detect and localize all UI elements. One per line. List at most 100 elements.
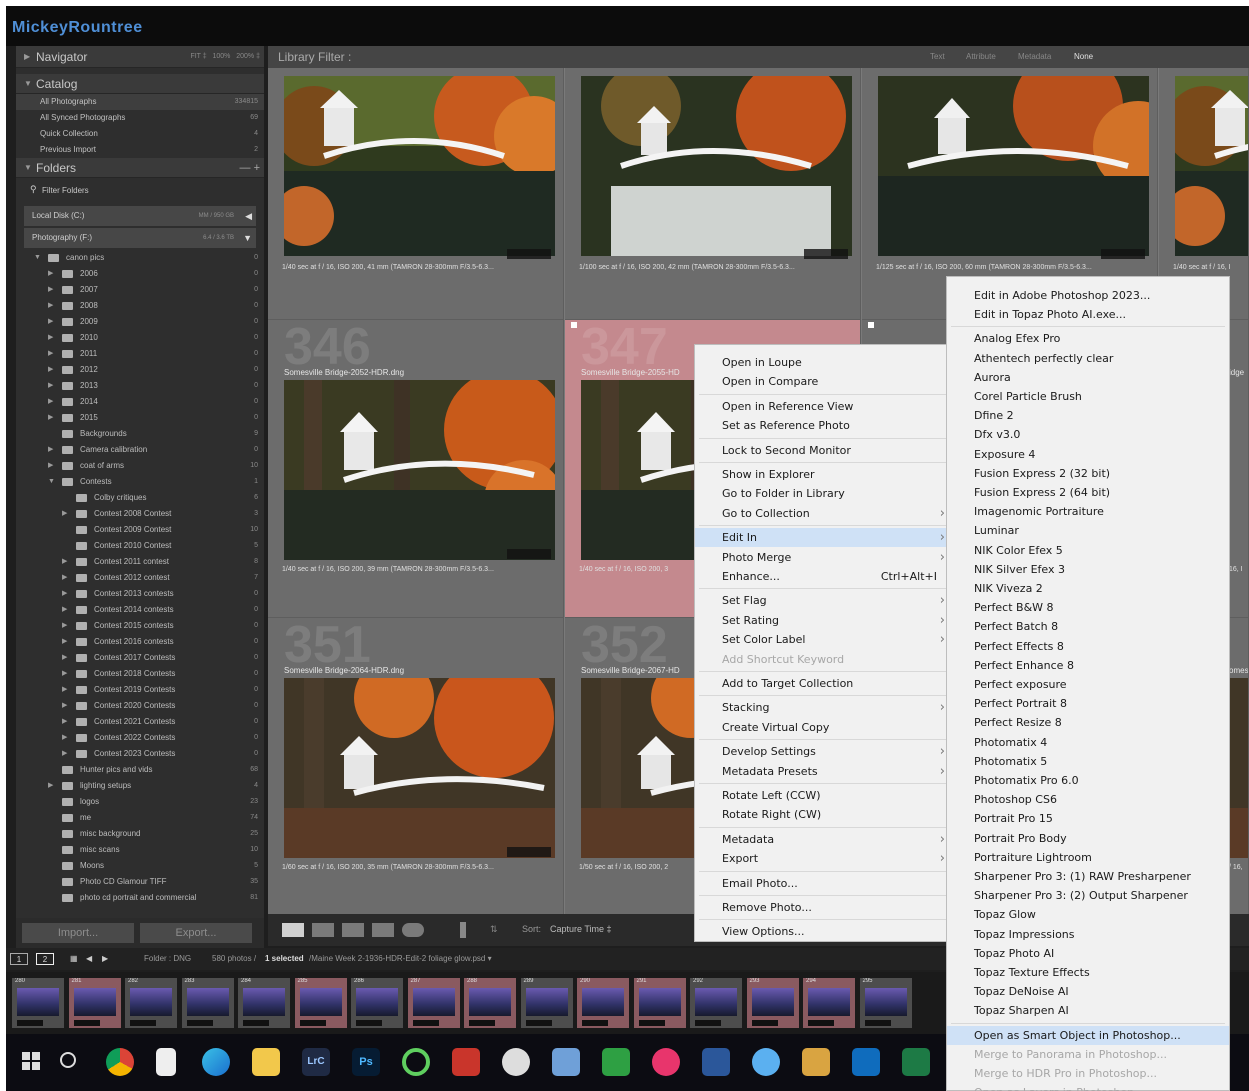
grid-cell[interactable]: 1/100 sec at f / 16, ISO 200, 42 mm (TAM…: [565, 68, 861, 320]
collapsed-triangle-icon[interactable]: ▶: [48, 330, 53, 346]
menu-item[interactable]: Perfect Enhance 8: [947, 656, 1229, 675]
menu-item[interactable]: Athentech perfectly clear: [947, 349, 1229, 368]
folder-item[interactable]: ▶ Contest 2021 Contests 0: [16, 714, 264, 730]
menu-item[interactable]: Edit in Topaz Photo AI.exe...: [947, 305, 1229, 324]
collapsed-triangle-icon[interactable]: ▶: [62, 554, 67, 570]
photo-thumbnail[interactable]: [284, 678, 555, 858]
menu-item[interactable]: Set Flag ›: [695, 591, 951, 610]
folder-item[interactable]: misc background 25: [16, 826, 264, 842]
filter-tab-metadata[interactable]: Metadata: [1018, 51, 1051, 63]
word-icon[interactable]: [702, 1048, 730, 1076]
catalog-header[interactable]: ▼ Catalog: [16, 74, 264, 94]
grid-cell[interactable]: 351 Somesville Bridge-2064-HDR.dng 1/60 …: [268, 618, 564, 916]
collapsed-triangle-icon[interactable]: ▶: [48, 282, 53, 298]
import-button[interactable]: Import...: [22, 923, 134, 943]
collapsed-triangle-icon[interactable]: ▶: [62, 666, 67, 682]
chrome-icon[interactable]: [106, 1048, 134, 1076]
folder-item[interactable]: ▶ Contest 2016 contests 0: [16, 634, 264, 650]
collapsed-triangle-icon[interactable]: ▶: [62, 506, 67, 522]
menu-item[interactable]: NIK Color Efex 5: [947, 541, 1229, 560]
folder-item[interactable]: Contest 2009 Contest 10: [16, 522, 264, 538]
volume[interactable]: Photography (F:) 6.4 / 3.6 TB ▼: [24, 228, 256, 248]
app-icon[interactable]: [452, 1048, 480, 1076]
folder-item[interactable]: Photo CD Glamour TIFF 35: [16, 874, 264, 890]
filmstrip-thumbnail[interactable]: 293: [746, 978, 799, 1028]
lock-icon[interactable]: [602, 1048, 630, 1076]
collapsed-triangle-icon[interactable]: ▶: [48, 442, 53, 458]
grid-icon[interactable]: ▦: [70, 948, 78, 970]
folder-item[interactable]: ▼ canon pics 0: [16, 250, 264, 266]
filmstrip-thumbnail[interactable]: 280: [12, 978, 64, 1028]
collapsed-triangle-icon[interactable]: ▶: [48, 362, 53, 378]
navigator-zoom[interactable]: FIT ‡ 100% 200% ‡: [190, 46, 260, 68]
sort-select[interactable]: Capture Time ‡: [550, 924, 612, 934]
filmstrip-thumbnail[interactable]: 289: [520, 978, 573, 1028]
collapsed-triangle-icon[interactable]: ▶: [62, 650, 67, 666]
menu-item[interactable]: Analog Efex Pro: [947, 329, 1229, 348]
menu-item[interactable]: Enhance... Ctrl+Alt+I: [695, 567, 951, 586]
photoshop-icon[interactable]: Ps: [352, 1048, 380, 1076]
filter-folders[interactable]: ⚲ Filter Folders: [16, 178, 264, 204]
menu-item[interactable]: Topaz Texture Effects: [947, 963, 1229, 982]
menu-item[interactable]: Go to Collection ›: [695, 504, 951, 523]
collapsed-triangle-icon[interactable]: ▶: [62, 746, 67, 762]
menu-item[interactable]: Sharpener Pro 3: (1) RAW Presharpener: [947, 867, 1229, 886]
collapsed-triangle-icon[interactable]: ▶: [48, 314, 53, 330]
menu-item[interactable]: Corel Particle Brush: [947, 387, 1229, 406]
menu-item[interactable]: Photoshop CS6: [947, 790, 1229, 809]
menu-item[interactable]: Perfect Effects 8: [947, 637, 1229, 656]
menu-item[interactable]: Dfx v3.0: [947, 425, 1229, 444]
menu-item[interactable]: View Options...: [695, 922, 951, 941]
filmstrip-thumbnail[interactable]: 294: [803, 978, 855, 1028]
menu-item[interactable]: Remove Photo...: [695, 898, 951, 917]
folder-item[interactable]: Backgrounds 9: [16, 426, 264, 442]
folder-item[interactable]: ▶ 2012 0: [16, 362, 264, 378]
grid-cell[interactable]: 346 Somesville Bridge-2052-HDR.dng 1/40 …: [268, 320, 564, 618]
filter-tab-text[interactable]: Text: [930, 51, 945, 63]
menu-item[interactable]: Perfect Resize 8: [947, 713, 1229, 732]
menu-item[interactable]: Export ›: [695, 849, 951, 868]
collapsed-triangle-icon[interactable]: ▶: [48, 458, 53, 474]
folder-item[interactable]: ▶ 2009 0: [16, 314, 264, 330]
collapsed-triangle-icon[interactable]: ▶: [48, 394, 53, 410]
folder-item[interactable]: ▶ 2006 0: [16, 266, 264, 282]
menu-item[interactable]: Perfect exposure: [947, 675, 1229, 694]
menu-item[interactable]: Rotate Right (CW): [695, 805, 951, 824]
menu-item[interactable]: Set Color Label ›: [695, 630, 951, 649]
filter-tab-attribute[interactable]: Attribute: [966, 51, 996, 63]
folder-item[interactable]: ▶ 2010 0: [16, 330, 264, 346]
photo-thumbnail[interactable]: [581, 76, 852, 256]
menu-item[interactable]: Perfect B&W 8: [947, 598, 1229, 617]
people-view-button[interactable]: [402, 923, 424, 937]
folder-item[interactable]: ▶ Camera calibration 0: [16, 442, 264, 458]
survey-view-button[interactable]: [372, 923, 394, 937]
folder-item[interactable]: ▶ coat of arms 10: [16, 458, 264, 474]
photo-thumbnail[interactable]: [878, 76, 1149, 256]
filmstrip-thumbnail[interactable]: 291: [633, 978, 686, 1028]
menu-item[interactable]: Dfine 2: [947, 406, 1229, 425]
photo-thumbnail[interactable]: [284, 380, 555, 560]
catalog-item[interactable]: All Photographs 334815: [16, 94, 264, 110]
menu-item[interactable]: Imagenomic Portraiture: [947, 502, 1229, 521]
menu-item[interactable]: Develop Settings ›: [695, 742, 951, 761]
folder-item[interactable]: me 74: [16, 810, 264, 826]
folder-item[interactable]: ▶ lighting setups 4: [16, 778, 264, 794]
menu-item[interactable]: NIK Viveza 2: [947, 579, 1229, 598]
filmstrip-thumbnail[interactable]: 287: [407, 978, 460, 1028]
app-icon[interactable]: [652, 1048, 680, 1076]
sync-icon[interactable]: [402, 1048, 430, 1076]
filmstrip-thumbnail[interactable]: 282: [125, 978, 177, 1028]
menu-item[interactable]: Portrait Pro 15: [947, 809, 1229, 828]
folders-header[interactable]: ▼ Folders — +: [16, 158, 264, 178]
collapsed-triangle-icon[interactable]: ▶: [48, 298, 53, 314]
collapsed-triangle-icon[interactable]: ▶: [62, 586, 67, 602]
filmstrip-thumbnail[interactable]: 283: [181, 978, 234, 1028]
catalog-item[interactable]: Previous Import 2: [16, 142, 264, 158]
app-icon[interactable]: [752, 1048, 780, 1076]
menu-item[interactable]: Topaz Sharpen AI: [947, 1001, 1229, 1020]
collapsed-triangle-icon[interactable]: ▶: [62, 682, 67, 698]
menu-item[interactable]: Lock to Second Monitor: [695, 441, 951, 460]
menu-item[interactable]: Portraiture Lightroom: [947, 848, 1229, 867]
menu-item[interactable]: Topaz DeNoise AI: [947, 982, 1229, 1001]
menu-item[interactable]: Open in Loupe: [695, 353, 951, 372]
